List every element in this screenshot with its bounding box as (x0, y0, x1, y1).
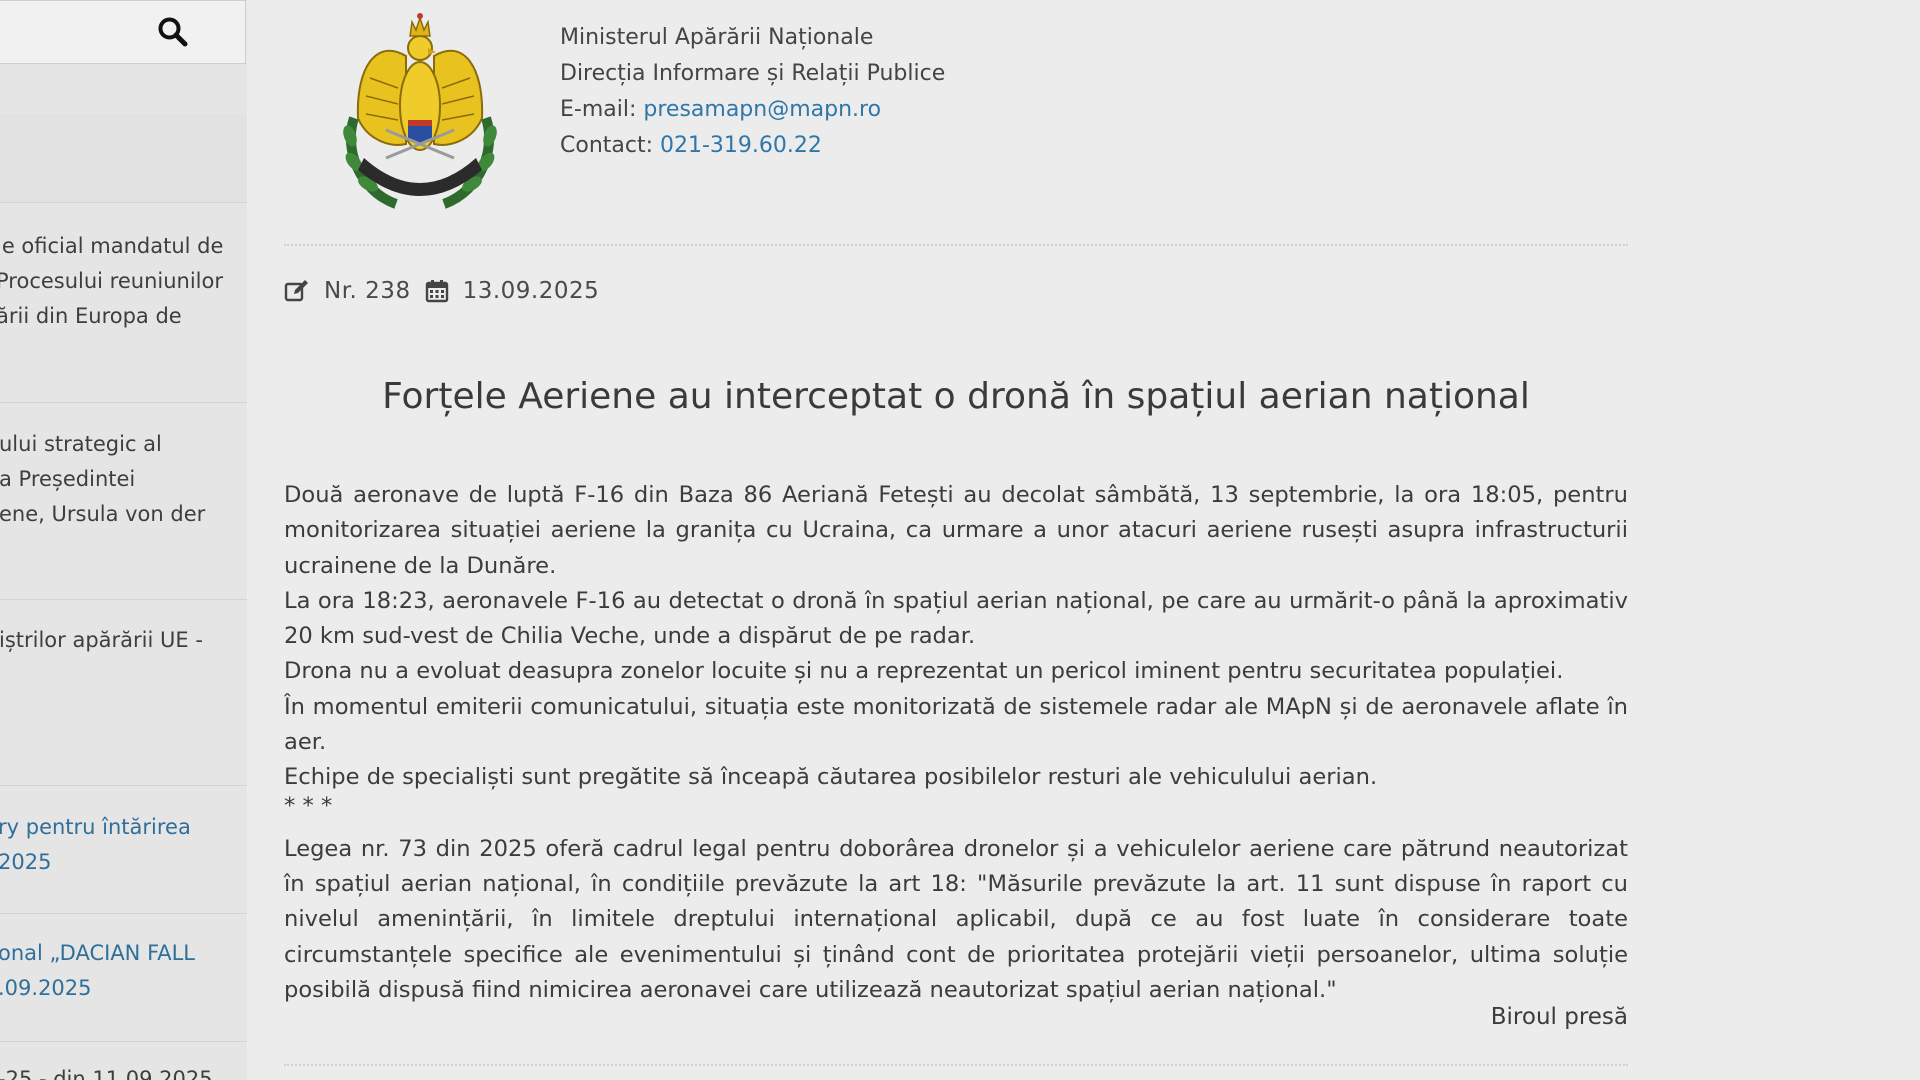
sidebar-news-item[interactable]: ry pentru întărirea 2025 (0, 786, 247, 914)
ministry-name: Ministerul Apărării Naționale (560, 25, 874, 50)
sidebar-item-line[interactable]: a Președintei (0, 462, 205, 497)
search-icon[interactable] (156, 15, 190, 49)
sidebar-news-item[interactable]: ie oficial mandatul de Procesului reuniu… (0, 203, 247, 403)
sidebar-header-block (0, 114, 247, 203)
sidebar-item-link[interactable]: onal „DACIAN FALL (0, 936, 195, 971)
email-link[interactable]: presamapn@mapn.ro (643, 97, 881, 122)
article-paragraph: Două aeronave de luptă F-16 din Baza 86 … (284, 482, 1628, 579)
article-meta: Nr. 238 13.09.2025 (284, 278, 599, 304)
separator: * * * (284, 792, 333, 819)
directorate-name: Direcția Informare și Relații Publice (560, 61, 946, 86)
sidebar-item-line[interactable]: -25 - din 11.09.2025 (0, 1062, 213, 1080)
sidebar-item-line[interactable]: ului strategic al (0, 427, 205, 462)
article-paragraph: În momentul emiterii comunicatului, situ… (284, 693, 1628, 756)
article-date: 13.09.2025 (462, 278, 600, 304)
sidebar: ie oficial mandatul de Procesului reuniu… (0, 0, 247, 1080)
calendar-icon (425, 280, 448, 303)
sidebar-item-line[interactable]: Procesului reuniunilor (0, 264, 223, 299)
sidebar-item-line[interactable]: ene, Ursula von der (0, 497, 205, 532)
article-title: Forțele Aeriene au interceptat o dronă î… (382, 376, 1530, 417)
contact-row: Contact: 021-319.60.22 (560, 128, 945, 164)
search-box[interactable] (0, 0, 246, 64)
article-body: Două aeronave de luptă F-16 din Baza 86 … (284, 478, 1628, 1008)
signature: Biroul presă (1490, 1004, 1628, 1030)
sidebar-item-link[interactable]: .09.2025 (0, 971, 195, 1006)
sidebar-news-item[interactable]: ului strategic al a Președintei ene, Urs… (0, 403, 247, 600)
email-label: E-mail: (560, 97, 644, 122)
article-paragraph: La ora 18:23, aeronavele F-16 au detecta… (284, 587, 1628, 650)
article-paragraph: Drona nu a evoluat deasupra zonelor locu… (284, 658, 1564, 685)
sidebar-news-item[interactable]: onal „DACIAN FALL .09.2025 (0, 914, 247, 1042)
edit-icon (284, 280, 308, 302)
sidebar-news-item[interactable]: -25 - din 11.09.2025 (0, 1042, 247, 1080)
article-number: Nr. 238 (324, 278, 411, 304)
sidebar-news-item[interactable]: iștrilor apărării UE - (0, 600, 247, 786)
article-paragraph: Echipe de specialiști sunt pregătite să … (284, 764, 1378, 791)
mapn-eagle-logo (343, 13, 497, 209)
phone-link[interactable]: 021-319.60.22 (660, 133, 822, 158)
sidebar-item-link[interactable]: 2025 (0, 845, 191, 880)
divider (284, 1064, 1628, 1066)
sidebar-item-line[interactable]: ării din Europa de (0, 299, 223, 334)
email-row: E-mail: presamapn@mapn.ro (560, 92, 945, 128)
contact-info: Ministerul Apărării Naționale Direcția I… (560, 20, 945, 164)
sidebar-item-link[interactable]: ry pentru întărirea (0, 810, 191, 845)
contact-label: Contact: (560, 133, 660, 158)
legal-paragraph: Legea nr. 73 din 2025 oferă cadrul legal… (284, 835, 1628, 1003)
sidebar-item-line[interactable]: iștrilor apărării UE - (0, 623, 203, 658)
page: ie oficial mandatul de Procesului reuniu… (0, 0, 1920, 1080)
sidebar-item-line[interactable]: ie oficial mandatul de (0, 229, 223, 264)
divider (284, 244, 1628, 246)
